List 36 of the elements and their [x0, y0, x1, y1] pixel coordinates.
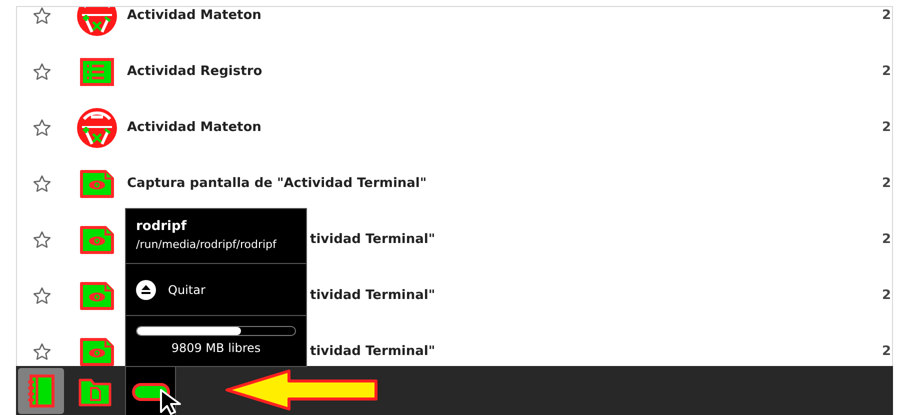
entry-date: 2	[882, 175, 892, 194]
image-file-icon[interactable]	[80, 170, 114, 198]
eject-icon	[136, 280, 156, 300]
entry-title[interactable]: tividad Terminal"	[310, 342, 436, 362]
device-path: /run/media/rodripf/rodripf	[136, 236, 278, 252]
image-file-icon[interactable]	[80, 338, 114, 366]
notebook-icon	[26, 374, 56, 408]
entry-date: 2	[882, 119, 892, 138]
quitar-menu-item[interactable]: Quitar	[126, 264, 306, 316]
entry-title[interactable]: Captura pantalla de "Actividad Terminal"	[127, 174, 427, 194]
entry-date: 2	[882, 343, 892, 362]
device-name: rodripf	[136, 218, 188, 236]
entry-title[interactable]: Actividad Mateton	[127, 7, 262, 26]
star-icon[interactable]	[32, 230, 52, 250]
star-icon[interactable]	[32, 342, 52, 362]
calculator-icon[interactable]	[76, 107, 118, 149]
entry-date: 2	[882, 287, 892, 306]
entry-title[interactable]: tividad Terminal"	[310, 286, 436, 306]
entry-date: 2	[882, 7, 892, 26]
usb-drive-icon	[132, 383, 170, 401]
entry-date: 2	[882, 63, 892, 82]
star-icon[interactable]	[32, 286, 52, 306]
entry-title[interactable]: tividad Terminal"	[310, 230, 436, 250]
cursor-icon	[159, 389, 181, 415]
calculator-icon[interactable]	[76, 7, 118, 37]
entry-title[interactable]: Actividad Mateton	[127, 118, 262, 138]
arrow-icon	[225, 369, 379, 411]
image-file-icon[interactable]	[80, 282, 114, 310]
entry-date: 2	[882, 231, 892, 250]
star-icon[interactable]	[32, 62, 52, 82]
star-icon[interactable]	[32, 7, 52, 26]
star-icon[interactable]	[32, 174, 52, 194]
free-space-label: 9809 MB libres	[171, 340, 261, 356]
image-file-icon[interactable]	[80, 226, 114, 254]
star-icon[interactable]	[32, 118, 52, 138]
entry-title[interactable]: Actividad Registro	[127, 62, 262, 82]
